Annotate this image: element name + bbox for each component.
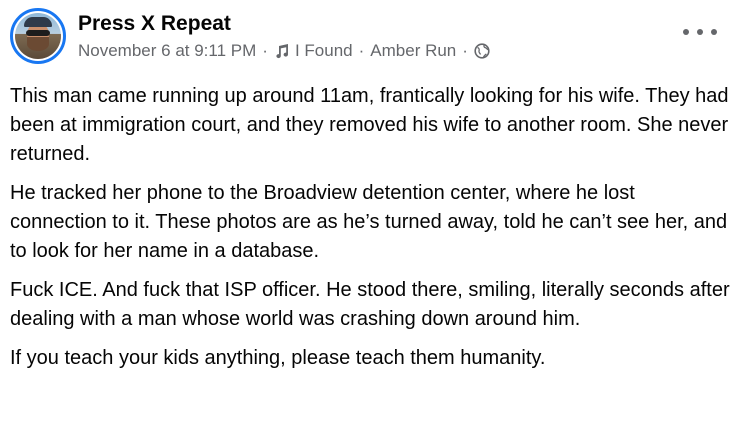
author-avatar[interactable]	[10, 8, 66, 64]
separator-dot: ·	[358, 40, 365, 60]
separator-dot: ·	[262, 40, 268, 60]
post-paragraph: If you teach your kids anything, please …	[10, 347, 546, 369]
author-name[interactable]: Press X Repeat	[78, 11, 490, 37]
music-song-title[interactable]: I Found	[295, 40, 353, 62]
avatar-photo	[15, 13, 61, 59]
music-note-icon	[276, 43, 288, 58]
post-body: This man came running up around 11am, fr…	[10, 82, 730, 383]
post-meta: Press X Repeat November 6 at 9:11 PM · I…	[78, 11, 490, 62]
more-options-icon	[683, 29, 689, 35]
post-paragraph: He tracked her phone to the Broadview de…	[10, 182, 728, 262]
music-artist[interactable]: Amber Run	[370, 40, 456, 62]
avatar-sunglasses	[26, 30, 50, 36]
globe-icon[interactable]	[474, 42, 490, 59]
avatar-beard	[27, 37, 49, 51]
post-paragraph: This man came running up around 11am, fr…	[10, 85, 729, 165]
post-header: Press X Repeat November 6 at 9:11 PM · I…	[10, 8, 490, 64]
avatar-cap	[24, 17, 52, 27]
post-timestamp[interactable]: November 6 at 9:11 PM	[78, 40, 256, 62]
more-options-icon	[711, 29, 717, 35]
more-options-icon	[697, 29, 703, 35]
separator-dot: ·	[462, 40, 468, 60]
more-options-button[interactable]	[683, 20, 717, 44]
post-subline: November 6 at 9:11 PM · I Found · Amber …	[78, 40, 490, 62]
facebook-post: Press X Repeat November 6 at 9:11 PM · I…	[0, 0, 737, 424]
post-paragraph: Fuck ICE. And fuck that ISP officer. He …	[10, 279, 730, 330]
